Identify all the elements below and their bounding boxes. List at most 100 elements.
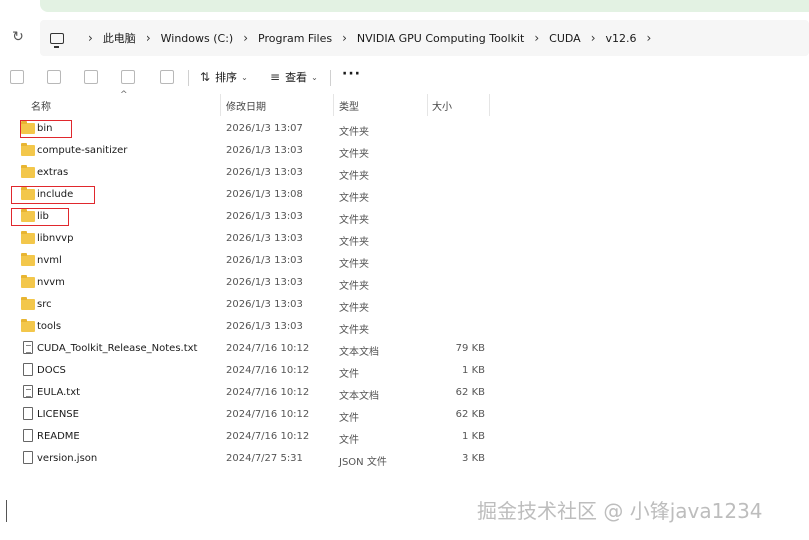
folder-icon [21, 165, 35, 178]
text-file-icon [23, 341, 33, 354]
folder-row[interactable]: nvvm 2026/1/3 13:03 文件夹 [0, 272, 809, 294]
more-options-button[interactable]: ··· [342, 66, 361, 82]
folder-icon [21, 319, 35, 332]
file-name: tools [37, 321, 62, 332]
file-row[interactable]: CUDA_Toolkit_Release_Notes.txt 2024/7/16 … [0, 338, 809, 360]
chevron-down-icon: ⌄ [241, 72, 248, 82]
file-name: DOCS [37, 365, 66, 376]
file-type: 文件夹 [339, 149, 369, 160]
command-bar: ⇅ 排序 ⌄ ≡ 查看 ⌄ ··· [0, 62, 809, 92]
file-date: 2024/7/16 10:12 [226, 343, 310, 354]
file-date: 2024/7/27 5:31 [226, 453, 303, 464]
breadcrumb-item[interactable]: Program Files [258, 32, 332, 45]
this-pc-icon[interactable] [50, 32, 64, 48]
chevron-right-icon[interactable]: › [342, 31, 347, 45]
file-size: 62 KB [455, 387, 485, 398]
file-name: src [37, 299, 52, 310]
sort-button[interactable]: ⇅ 排序 ⌄ [200, 68, 248, 86]
view-button[interactable]: ≡ 查看 ⌄ [270, 68, 318, 86]
folder-row[interactable]: src 2026/1/3 13:03 文件夹 [0, 294, 809, 316]
file-date: 2024/7/16 10:12 [226, 409, 310, 420]
file-type: 文件 [339, 369, 359, 380]
address-bar: ↻ › 此电脑 › Windows (C:) › Program Files › NVIDI… [0, 18, 809, 58]
folder-row[interactable]: nvml 2026/1/3 13:03 文件夹 [0, 250, 809, 272]
file-name: libnvvp [37, 233, 74, 244]
file-icon [23, 429, 33, 442]
file-icon [23, 363, 33, 376]
column-divider[interactable] [220, 94, 221, 116]
column-header: ^ 名称 修改日期 类型 大小 [0, 90, 809, 116]
view-icon: ≡ [270, 70, 281, 84]
file-row[interactable]: README 2024/7/16 10:12 文件 1 KB [0, 426, 809, 448]
breadcrumb-item[interactable]: Windows (C:) [161, 32, 234, 45]
file-date: 2026/1/3 13:03 [226, 145, 303, 156]
chevron-right-icon[interactable]: › [88, 31, 93, 45]
folder-row[interactable]: extras 2026/1/3 13:03 文件夹 [0, 162, 809, 184]
refresh-icon[interactable]: ↻ [8, 27, 28, 47]
toolbar-divider [188, 70, 189, 86]
chevron-right-icon[interactable]: › [647, 31, 652, 45]
column-size[interactable]: 大小 [432, 98, 452, 113]
file-date: 2026/1/3 13:03 [226, 299, 303, 310]
breadcrumb-item[interactable]: NVIDIA GPU Computing Toolkit [357, 32, 524, 45]
column-date[interactable]: 修改日期 [226, 98, 266, 113]
file-icon [23, 407, 33, 420]
file-name: nvvm [37, 277, 65, 288]
file-row[interactable]: DOCS 2024/7/16 10:12 文件 1 KB [0, 360, 809, 382]
file-row[interactable]: version.json 2024/7/27 5:31 JSON 文件 3 KB [0, 448, 809, 470]
column-type[interactable]: 类型 [339, 98, 359, 113]
folder-row[interactable]: compute-sanitizer 2026/1/3 13:03 文件夹 [0, 140, 809, 162]
file-type: 文件夹 [339, 215, 369, 226]
breadcrumb-item[interactable]: CUDA [549, 32, 581, 45]
file-icon [23, 451, 33, 464]
file-date: 2026/1/3 13:03 [226, 255, 303, 266]
file-type: 文件夹 [339, 259, 369, 270]
folder-icon [21, 253, 35, 266]
file-date: 2026/1/3 13:03 [226, 211, 303, 222]
sort-ascending-icon: ^ [120, 90, 128, 100]
text-cursor [6, 500, 7, 522]
file-date: 2026/1/3 13:07 [226, 123, 303, 134]
chevron-right-icon[interactable]: › [243, 31, 248, 45]
file-type: 文件夹 [339, 171, 369, 182]
column-divider[interactable] [333, 94, 334, 116]
breadcrumb[interactable]: › 此电脑 › Windows (C:) › Program Files › NVIDIA … [40, 20, 809, 56]
highlight-box [20, 120, 72, 138]
chevron-right-icon[interactable]: › [146, 31, 151, 45]
file-date: 2024/7/16 10:12 [226, 365, 310, 376]
column-divider[interactable] [489, 94, 490, 116]
breadcrumb-item[interactable]: v12.6 [606, 32, 637, 45]
file-row[interactable]: LICENSE 2024/7/16 10:12 文件 62 KB [0, 404, 809, 426]
file-size: 62 KB [455, 409, 485, 420]
file-name: version.json [37, 453, 98, 464]
folder-row[interactable]: tools 2026/1/3 13:03 文件夹 [0, 316, 809, 338]
file-date: 2026/1/3 13:03 [226, 233, 303, 244]
delete-icon[interactable] [160, 70, 174, 84]
folder-row[interactable]: include 2026/1/3 13:08 文件夹 [0, 184, 809, 206]
rename-icon[interactable] [84, 70, 98, 84]
folder-row[interactable]: lib 2026/1/3 13:03 文件夹 [0, 206, 809, 228]
text-file-icon [23, 385, 33, 398]
file-name: README [37, 431, 80, 442]
sort-icon: ⇅ [200, 70, 211, 84]
copy-icon[interactable] [47, 70, 61, 84]
cut-icon[interactable] [10, 70, 24, 84]
file-name: EULA.txt [37, 387, 81, 398]
column-name[interactable]: 名称 [31, 98, 51, 113]
folder-icon [21, 297, 35, 310]
folder-row[interactable]: libnvvp 2026/1/3 13:03 文件夹 [0, 228, 809, 250]
folder-row[interactable]: bin 2026/1/3 13:07 文件夹 [0, 118, 809, 140]
file-type: 文件夹 [339, 325, 369, 336]
title-strip [40, 0, 809, 12]
file-type: 文件夹 [339, 281, 369, 292]
file-date: 2026/1/3 13:08 [226, 189, 303, 200]
chevron-right-icon[interactable]: › [534, 31, 539, 45]
file-date: 2026/1/3 13:03 [226, 167, 303, 178]
chevron-right-icon[interactable]: › [591, 31, 596, 45]
column-divider[interactable] [427, 94, 428, 116]
breadcrumb-item[interactable]: 此电脑 [103, 30, 136, 46]
toolbar-divider [330, 70, 331, 86]
share-icon[interactable] [121, 70, 135, 84]
file-row[interactable]: EULA.txt 2024/7/16 10:12 文本文档 62 KB [0, 382, 809, 404]
chevron-down-icon: ⌄ [311, 72, 318, 82]
